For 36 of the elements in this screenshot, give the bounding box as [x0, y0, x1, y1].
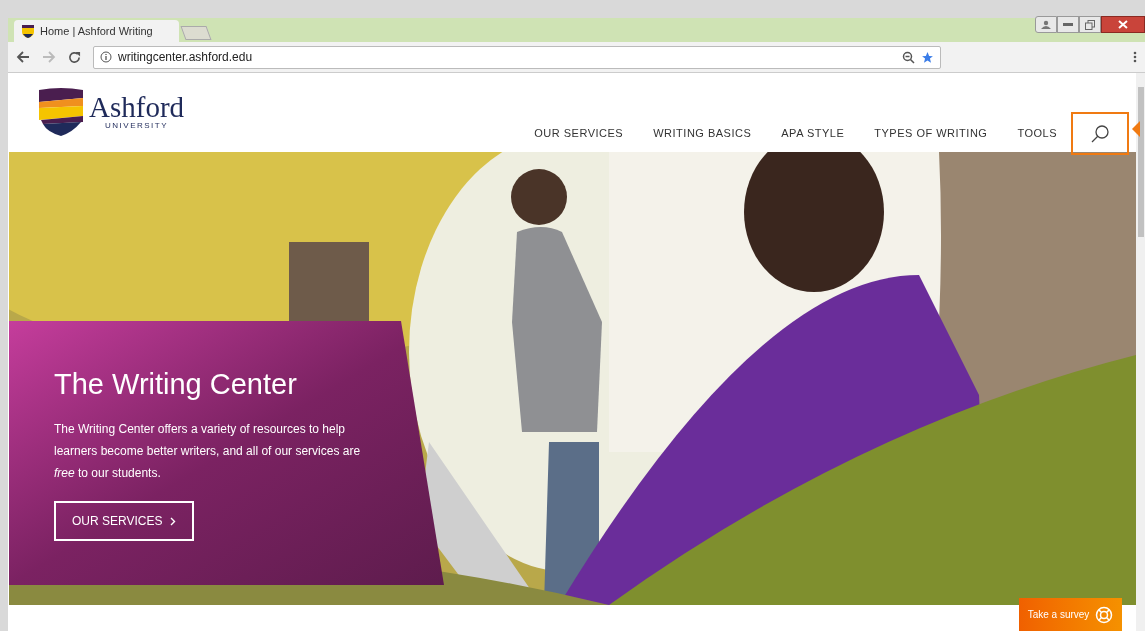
- search-icon: [1090, 123, 1110, 144]
- back-icon[interactable]: [16, 51, 30, 63]
- hero-description: The Writing Center offers a variety of resources to help learners become better writers, and all of our services are free to our students.: [54, 421, 362, 482]
- our-services-button[interactable]: OUR SERVICES: [54, 501, 195, 541]
- nav-link[interactable]: OUR SERVICES: [534, 124, 624, 142]
- info-icon: [100, 51, 112, 63]
- shield-icon: [22, 24, 34, 38]
- hero-title: The Writing Center: [54, 367, 298, 402]
- person-icon: [1041, 20, 1051, 29]
- star-icon[interactable]: [921, 50, 934, 64]
- close-icon: [1118, 20, 1128, 29]
- chevron-icon: [170, 516, 177, 526]
- menu-icon[interactable]: [1133, 51, 1137, 63]
- nav-link[interactable]: APA STYLE: [781, 124, 845, 142]
- restore-icon: [1085, 19, 1095, 30]
- nav-link[interactable]: TOOLS: [1017, 124, 1057, 142]
- restore-button[interactable]: [1079, 16, 1101, 33]
- arrow-pointer-icon: [1132, 121, 1140, 137]
- logo-wordmark: Ashford: [89, 93, 185, 121]
- close-button[interactable]: [1101, 16, 1145, 33]
- nav-link[interactable]: WRITING BASICS: [653, 124, 752, 142]
- address-bar[interactable]: writingcenter.ashford.edu: [93, 45, 941, 69]
- shield-logo-icon: [39, 88, 83, 136]
- scrollbar[interactable]: [1136, 73, 1145, 631]
- profile-button[interactable]: [1035, 16, 1057, 33]
- lifebuoy-icon: [1095, 605, 1114, 624]
- minimize-icon: [1063, 22, 1073, 27]
- reload-icon[interactable]: [68, 50, 81, 64]
- zoom-out-icon[interactable]: [902, 50, 915, 64]
- browser-tab[interactable]: Home | Ashford Writing: [14, 20, 179, 42]
- nav-link[interactable]: TYPES OF WRITING: [874, 124, 988, 142]
- tab-title: Home | Ashford Writing: [40, 23, 153, 39]
- minimize-button[interactable]: [1057, 16, 1079, 33]
- url-text: writingcenter.ashford.edu: [118, 49, 254, 66]
- search-button[interactable]: [1071, 112, 1129, 155]
- logo-subtitle: UNIVERSITY: [105, 121, 169, 130]
